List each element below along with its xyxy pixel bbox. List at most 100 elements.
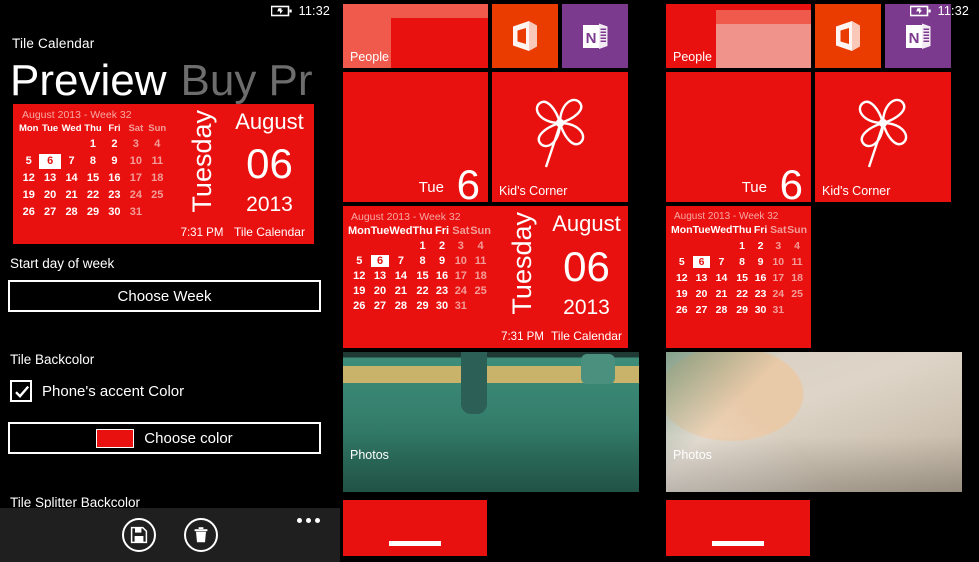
calendar-dayname: Mon <box>671 224 693 236</box>
calendar-day: 27 <box>695 304 708 316</box>
calendar-day: 26 <box>353 300 366 312</box>
tile-calendar-date[interactable]: Tue 6 <box>343 72 488 202</box>
calendar-day: 22 <box>86 189 100 201</box>
calendar-month-header: August 2013 - Week 32 <box>22 109 132 121</box>
pivot-item-buy[interactable]: Buy Pr <box>181 56 313 106</box>
calendar-day <box>470 300 491 312</box>
tile-partial-red[interactable] <box>343 500 487 556</box>
calendar-day: 9 <box>438 255 446 267</box>
calendar-dayname: Tue <box>42 123 59 134</box>
ellipsis-dot <box>297 518 302 523</box>
calendar-month-name: August <box>235 109 304 134</box>
tile-partial-red[interactable] <box>666 500 810 556</box>
calendar-day: 18 <box>474 270 487 282</box>
tile-photos[interactable]: Photos <box>666 352 962 492</box>
check-icon <box>15 385 30 398</box>
app-bar <box>0 508 340 562</box>
tile-people[interactable]: People <box>343 4 488 68</box>
color-swatch <box>96 428 135 448</box>
ellipsis-dot <box>306 518 311 523</box>
calendar-day <box>389 240 412 252</box>
calendar-day: 4 <box>477 240 484 252</box>
calendar-day: 11 <box>474 255 487 267</box>
tile-date-dow: Tue <box>741 179 767 196</box>
calendar-dayname: Sun <box>470 225 491 237</box>
more-options-button[interactable] <box>297 518 320 523</box>
tile-kids-corner[interactable]: Kid's Corner <box>492 72 628 202</box>
calendar-dayname: Fri <box>108 123 121 134</box>
calendar-day: 12 <box>22 172 35 184</box>
tile-kids-corner[interactable]: Kid's Corner <box>815 72 951 202</box>
calendar-day: 20 <box>373 285 387 297</box>
save-floppy-icon <box>130 526 148 544</box>
calendar-day: 3 <box>132 138 139 150</box>
calendar-grid: Mon Tue Wed Thu Fri Sat Sun 1 2 3 4 5 6 7 8 9 10 11 12 13 1… <box>348 225 491 312</box>
tile-calendar-live[interactable]: August 2013 - Week 32 Mon Tue Wed Thu Fri Sat… <box>343 206 628 348</box>
calendar-day <box>787 304 807 316</box>
calendar-day: 8 <box>89 155 97 167</box>
onenote-logo-icon: N <box>906 23 931 49</box>
calendar-day: 9 <box>111 155 118 167</box>
calendar-day: 21 <box>394 285 408 297</box>
calendar-day: 6 <box>39 154 61 169</box>
app-title: Tile Calendar <box>12 36 95 51</box>
calendar-day: 3 <box>457 240 464 252</box>
calendar-dayname: Thu <box>732 224 752 236</box>
tile-date-number: 6 <box>456 161 480 203</box>
calendar-day: 5 <box>25 155 32 167</box>
calendar-year: 2013 <box>246 193 293 216</box>
calendar-day <box>710 240 732 252</box>
calendar-day-number: 06 <box>246 140 293 187</box>
accent-color-checkbox-label: Phone's accent Color <box>42 382 185 400</box>
calendar-day: 4 <box>794 240 800 252</box>
calendar-day: 28 <box>394 300 408 312</box>
calendar-day: 23 <box>435 285 449 297</box>
accent-color-checkbox[interactable]: Phone's accent Color <box>10 380 184 402</box>
calendar-day: 31 <box>129 206 142 218</box>
calendar-day: 23 <box>108 189 121 201</box>
tile-calendar-live[interactable]: August 2013 - Week 32 Mon Tue Wed Thu Fri Sat… <box>666 206 811 348</box>
pinwheel-icon <box>535 98 585 168</box>
calendar-day: 24 <box>454 285 467 297</box>
calendar-month-header: August 2013 - Week 32 <box>351 211 461 223</box>
calendar-dayname: Sun <box>148 123 167 134</box>
calendar-day: 21 <box>715 288 728 300</box>
calendar-day: 10 <box>129 155 142 167</box>
tile-date-number: 6 <box>779 161 803 203</box>
tile-kids-corner-label: Kid's Corner <box>822 184 891 198</box>
people-photo-overlay <box>391 18 488 68</box>
choose-week-button[interactable]: Choose Week <box>8 280 321 312</box>
calendar-day: 1 <box>739 240 745 252</box>
calendar-day: 17 <box>772 272 785 284</box>
svg-text:N: N <box>909 30 920 47</box>
tile-onenote[interactable]: N <box>562 4 628 68</box>
calendar-day: 2 <box>757 240 764 252</box>
choose-color-button[interactable]: Choose color <box>8 422 321 454</box>
photo-shade <box>343 352 639 492</box>
tile-calendar-date[interactable]: Tue 6 <box>666 72 811 202</box>
tile-photos-label: Photos <box>673 448 712 462</box>
calendar-dayname: Mon <box>18 123 39 134</box>
calendar-day: 4 <box>154 138 161 150</box>
tile-date-dow: Tue <box>418 179 444 196</box>
calendar-day: 15 <box>736 272 748 284</box>
calendar-day: 5 <box>356 255 363 267</box>
calendar-dayname: Sat <box>128 123 144 134</box>
tile-office[interactable] <box>492 4 558 68</box>
pivot-item-preview[interactable]: Preview <box>10 56 167 106</box>
calendar-day: 23 <box>754 288 767 300</box>
tile-photos[interactable]: Photos <box>343 352 639 492</box>
start-day-label: Start day of week <box>10 256 115 271</box>
tile-preview[interactable]: August 2013 - Week 32 Mon Tue Wed Thu Fri Sat… <box>13 104 314 244</box>
delete-button[interactable] <box>184 518 218 552</box>
calendar-day: 16 <box>754 272 767 284</box>
calendar-day: 22 <box>416 285 429 297</box>
calendar-day <box>671 240 693 252</box>
calendar-dayname: Mon <box>348 225 371 237</box>
calendar-day: 29 <box>86 206 100 218</box>
calendar-dayname: Wed <box>61 123 82 134</box>
calendar-day <box>39 137 60 152</box>
calendar-app-name: Tile Calendar <box>234 225 305 239</box>
save-button[interactable] <box>122 518 156 552</box>
calendar-dayname: Tue <box>692 224 711 236</box>
